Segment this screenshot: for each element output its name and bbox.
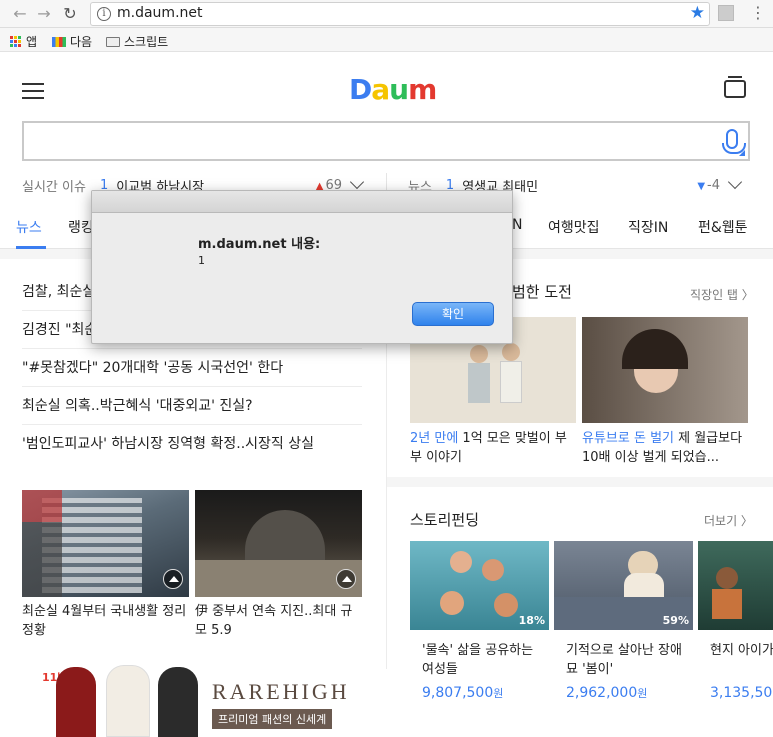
photo-news-image[interactable] — [195, 490, 362, 597]
funding-image[interactable]: 59% — [554, 541, 693, 630]
bookmark-star-icon[interactable]: ★ — [690, 3, 705, 23]
bookmark-label: 스크립트 — [124, 35, 169, 49]
info-icon[interactable]: i — [97, 7, 111, 21]
page-content: Daum 실시간 이슈 1 이교범 하남시장 ▲ 69 뉴스 1 영생교 최태민 … — [0, 53, 773, 737]
ad-brand: RAREHIGH — [212, 679, 350, 704]
bookmark-label: 앱 — [26, 35, 38, 49]
bookmarks-bar: 앱 다음 스크립트 — [0, 28, 773, 52]
microphone-icon[interactable] — [722, 129, 746, 154]
alert-dialog: m.daum.net 내용: 1 확인 — [91, 190, 513, 344]
gallery-icon — [336, 569, 356, 589]
apps-grid-icon — [10, 35, 22, 48]
daum-logo[interactable]: Daum — [349, 73, 437, 106]
bookmark-daum[interactable]: 다음 — [52, 33, 92, 50]
dialog-titlebar — [92, 191, 512, 213]
tab-news[interactable]: 뉴스 — [16, 217, 42, 237]
bookmark-scripts-folder[interactable]: 스크립트 — [106, 33, 168, 50]
funding-title[interactable]: 기적으로 살아난 장애묘 '봄이' — [566, 641, 690, 679]
issue-change: ▼ -4 — [697, 177, 720, 193]
section-title: 범한 도전 — [512, 283, 572, 301]
forward-icon[interactable]: → — [34, 4, 54, 24]
browser-toolbar: ← → ↻ i m.daum.net ★ ⋮ — [0, 0, 773, 28]
section-separator — [387, 477, 773, 487]
folder-icon — [106, 36, 120, 47]
card-image[interactable] — [582, 317, 748, 423]
search-corner-icon — [739, 150, 745, 156]
card-caption[interactable]: 2년 만에 1억 모은 맞벌이 부부 이야기 — [410, 429, 576, 467]
news-item[interactable]: '범인도피교사' 하남시장 징역형 확정..시장직 상실 — [22, 425, 362, 463]
news-item[interactable]: "#못참겠다" 20개대학 '공동 시국선언' 한다 — [22, 349, 362, 387]
photo-news-image[interactable] — [22, 490, 189, 597]
tab-fun-webtoon[interactable]: 펀&웹툰 — [698, 217, 748, 237]
funding-title[interactable]: '물속' 삶을 공유하는 여성들 — [422, 641, 546, 679]
daum-favicon-icon — [52, 36, 66, 47]
bookmark-apps[interactable]: 앱 — [10, 33, 37, 50]
address-bar[interactable]: i m.daum.net ★ — [90, 2, 710, 26]
tab-travel[interactable]: 여행맛집 — [548, 217, 600, 237]
photo-news-caption[interactable]: 최순실 4월부터 국내생활 정리 정황 — [22, 602, 189, 640]
more-link[interactable]: 더보기 〉 — [704, 512, 753, 529]
photo-news-caption[interactable]: 伊 중부서 연속 지진..최대 규모 5.9 — [195, 602, 362, 640]
news-item[interactable]: 최순실 의혹..박근혜식 '대중외교' 진실? — [22, 387, 362, 425]
issue-label: 실시간 이슈 — [22, 179, 86, 195]
ad-model-image — [106, 665, 150, 737]
menu-icon[interactable]: ⋮ — [750, 3, 766, 22]
funding-title[interactable]: 현지 아이가 보여준 감동 — [710, 641, 773, 660]
ad-model-image — [56, 667, 96, 737]
hamburger-menu-icon[interactable] — [22, 83, 44, 99]
funding-amount: 9,807,500원 — [422, 685, 504, 701]
down-arrow-icon: ▼ — [697, 180, 706, 192]
ad-model-image — [158, 667, 198, 737]
funding-amount: 2,962,000원 — [566, 685, 648, 701]
funding-amount: 3,135,50 — [710, 685, 773, 701]
ad-banner[interactable]: 11번가 RAREHIGH 프리미엄 패션의 신세계 — [22, 661, 362, 737]
dialog-message: 1 — [198, 254, 205, 267]
extension-icon[interactable] — [718, 5, 734, 21]
ok-button[interactable]: 확인 — [412, 302, 494, 326]
funding-image[interactable] — [698, 541, 773, 630]
url-text: m.daum.net — [117, 5, 203, 21]
funding-percent: 59% — [662, 614, 689, 627]
section-title: 스토리펀딩 — [410, 511, 480, 529]
tabs-icon[interactable] — [724, 76, 746, 98]
chevron-down-icon[interactable] — [727, 174, 743, 190]
ad-tagline: 프리미엄 패션의 신세계 — [212, 709, 333, 729]
dialog-title: m.daum.net 내용: — [198, 237, 321, 252]
reload-icon[interactable]: ↻ — [60, 4, 80, 24]
more-link[interactable]: 직장인 탭 〉 — [690, 286, 754, 303]
tab-ranking[interactable]: 랭킹 — [68, 217, 94, 237]
funding-image[interactable]: 18% — [410, 541, 549, 630]
card-caption[interactable]: 유튜브로 돈 벌기 제 월급보다 10배 이상 벌게 되었습... — [582, 429, 748, 467]
bookmark-label: 다음 — [70, 35, 93, 49]
gallery-icon — [163, 569, 183, 589]
back-icon[interactable]: ← — [10, 4, 30, 24]
chevron-down-icon[interactable] — [349, 174, 365, 190]
tab-jobs[interactable]: 직장IN — [628, 217, 668, 237]
tab-n[interactable]: N — [512, 217, 522, 233]
funding-percent: 18% — [518, 614, 545, 627]
search-input[interactable] — [22, 121, 750, 161]
